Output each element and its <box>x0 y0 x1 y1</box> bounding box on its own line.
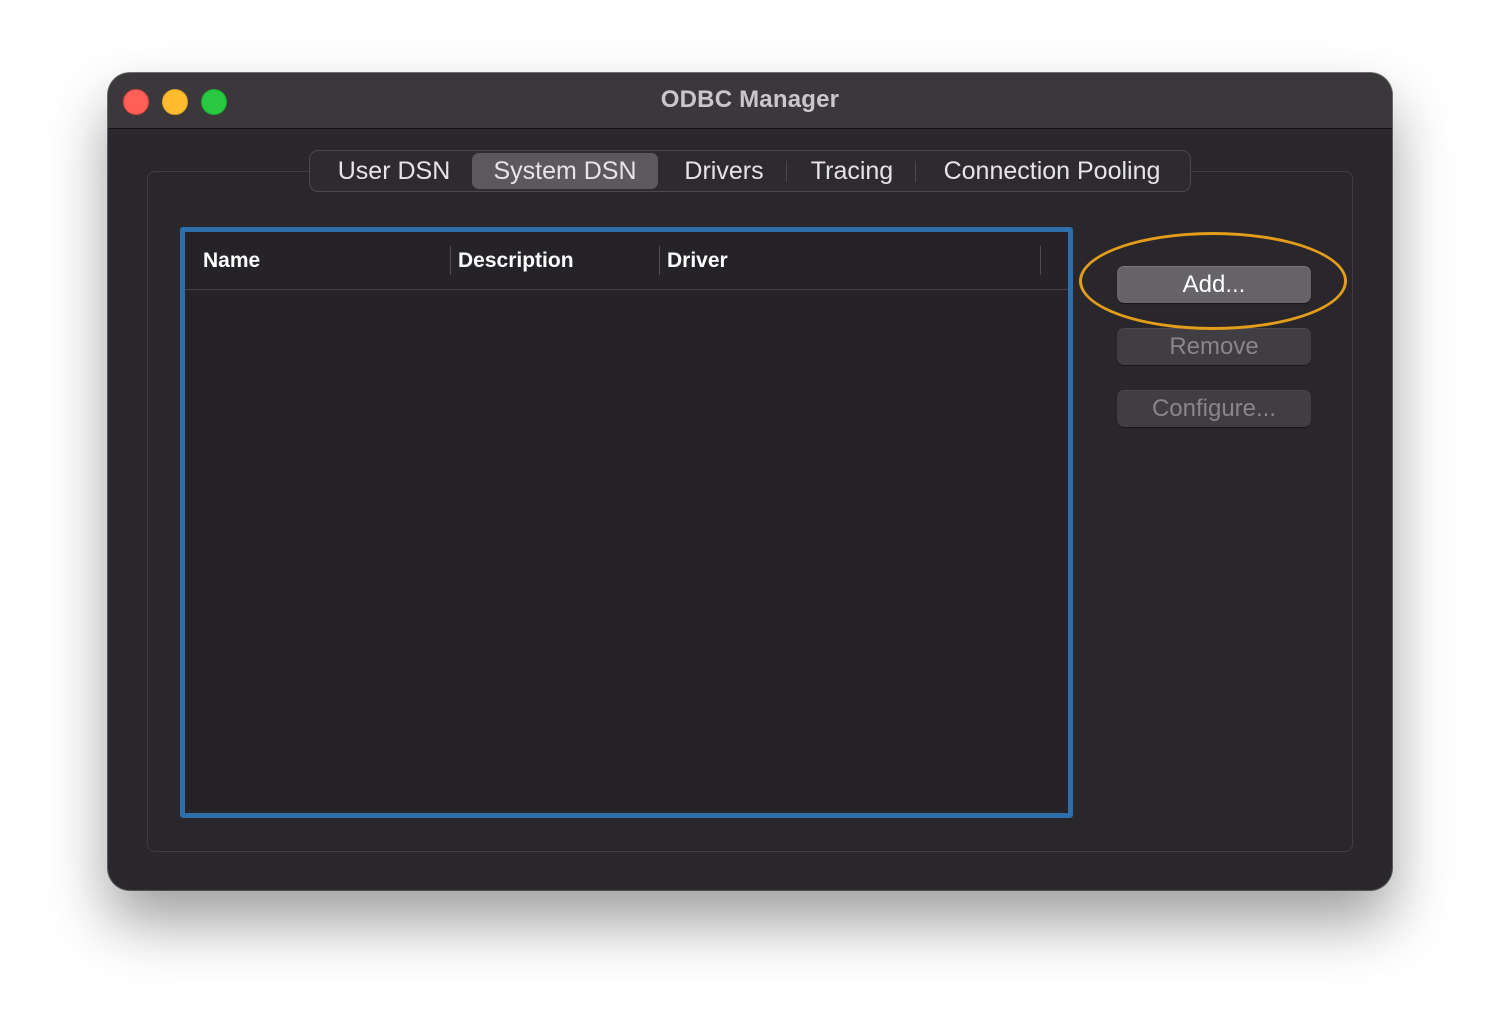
dsn-table[interactable]: Name Description Driver <box>180 227 1073 818</box>
tab-separator <box>915 161 916 182</box>
add-button[interactable]: Add... <box>1117 266 1311 303</box>
tab-bar: User DSN System DSN Drivers Tracing Conn… <box>309 150 1191 192</box>
title-bar[interactable]: ODBC Manager <box>108 73 1392 129</box>
tab-connection-pooling[interactable]: Connection Pooling <box>920 153 1184 189</box>
tab-separator <box>786 161 787 182</box>
tab-system-dsn[interactable]: System DSN <box>472 153 658 189</box>
column-header-driver[interactable]: Driver <box>667 232 728 290</box>
window-title: ODBC Manager <box>660 86 840 113</box>
odbc-manager-window: ODBC Manager User DSN System DSN Drivers… <box>108 73 1392 890</box>
table-header: Name Description Driver <box>185 232 1068 290</box>
tab-tracing[interactable]: Tracing <box>790 153 914 189</box>
column-separator[interactable] <box>450 246 451 275</box>
column-header-name[interactable]: Name <box>203 232 260 290</box>
column-separator[interactable] <box>659 246 660 275</box>
column-separator[interactable] <box>1040 246 1041 275</box>
column-header-description[interactable]: Description <box>458 232 574 290</box>
configure-button[interactable]: Configure... <box>1117 390 1311 427</box>
tab-user-dsn[interactable]: User DSN <box>314 153 474 189</box>
remove-button[interactable]: Remove <box>1117 328 1311 365</box>
tab-drivers[interactable]: Drivers <box>666 153 782 189</box>
table-body[interactable] <box>185 290 1068 813</box>
